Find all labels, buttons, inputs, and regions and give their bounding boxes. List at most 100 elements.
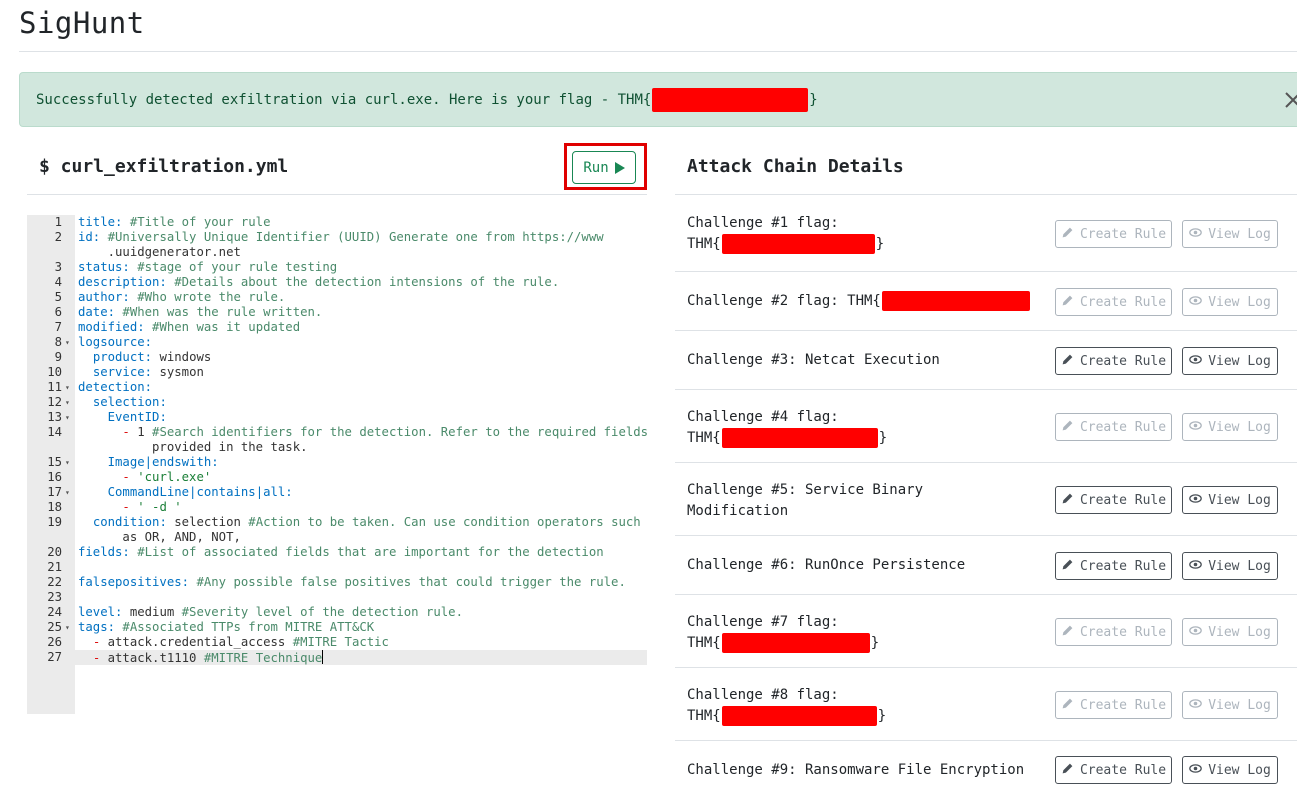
view-log-button[interactable]: View Log xyxy=(1182,486,1278,514)
code-line[interactable]: provided in the task. xyxy=(27,440,647,455)
code-line[interactable]: 13 ▾ EventID: xyxy=(27,410,647,425)
code-line[interactable]: 7 modified: #When was it updated xyxy=(27,320,647,335)
create-rule-button[interactable]: Create Rule xyxy=(1055,413,1172,441)
challenge-row: Challenge #5: Service Binary Modification… xyxy=(675,463,1297,536)
line-number: 1 xyxy=(54,215,62,229)
code-line[interactable]: 15 ▾ Image|endswith: xyxy=(27,455,647,470)
view-log-button[interactable]: View Log xyxy=(1182,288,1278,316)
view-log-button[interactable]: View Log xyxy=(1182,618,1278,646)
challenge-title: Challenge #5: Service Binary xyxy=(687,482,924,498)
code-line[interactable]: 16 - 'curl.exe' xyxy=(27,470,647,485)
line-text: description: #Details about the detectio… xyxy=(78,275,560,289)
line-number: 15 xyxy=(47,455,62,469)
code-line[interactable]: 22 falsepositives: #Any possible false po… xyxy=(27,575,647,590)
line-number: 22 xyxy=(47,575,62,589)
create-rule-button[interactable]: Create Rule xyxy=(1055,552,1172,580)
view-log-button[interactable]: View Log xyxy=(1182,220,1278,248)
line-number: 27 xyxy=(47,650,62,664)
line-text: condition: selection #Action to be taken… xyxy=(92,515,641,529)
create-rule-label: Create Rule xyxy=(1079,762,1167,778)
code-line[interactable]: 27 - attack.t1110 #MITRE Technique xyxy=(27,650,647,665)
run-label: Run xyxy=(583,159,609,176)
challenge-label: Challenge #9: Ransomware File Encryption xyxy=(687,760,1024,781)
code-line[interactable]: 23 xyxy=(27,590,647,605)
close-icon[interactable] xyxy=(1280,87,1297,113)
code-lines[interactable]: 1 title: #Title of your rule 2 id: #Univers… xyxy=(27,215,649,665)
view-log-button[interactable]: View Log xyxy=(1182,552,1278,580)
code-line[interactable]: 5 author: #Who wrote the rule. xyxy=(27,290,647,305)
code-line[interactable]: 11 ▾ detection: xyxy=(27,380,647,395)
view-log-button[interactable]: View Log xyxy=(1182,413,1278,441)
code-line[interactable]: 3 status: #stage of your rule testing xyxy=(27,260,647,275)
code-line[interactable]: 9 product: windows xyxy=(27,350,647,365)
fold-arrow-icon[interactable]: ▾ xyxy=(65,380,70,395)
line-text: - 1 #Search identifiers for the detectio… xyxy=(122,425,649,439)
code-line[interactable]: as OR, AND, NOT, xyxy=(27,530,647,545)
line-text: falsepositives: #Any possible false posi… xyxy=(78,575,626,589)
challenge-row: Challenge #6: RunOnce Persistence Create … xyxy=(675,536,1297,595)
code-line[interactable]: 1 title: #Title of your rule xyxy=(27,215,647,230)
line-text: selection: xyxy=(92,395,167,409)
line-text: title: #Title of your rule xyxy=(78,215,271,229)
redacted-flag xyxy=(721,633,870,653)
view-log-label: View Log xyxy=(1208,226,1271,242)
create-rule-label: Create Rule xyxy=(1079,353,1167,369)
fold-arrow-icon[interactable]: ▾ xyxy=(65,395,70,410)
code-line[interactable]: 21 xyxy=(27,560,647,575)
create-rule-button[interactable]: Create Rule xyxy=(1055,486,1172,514)
fold-arrow-icon[interactable]: ▾ xyxy=(65,620,70,635)
fold-arrow-icon[interactable]: ▾ xyxy=(65,455,70,470)
fold-arrow-icon[interactable]: ▾ xyxy=(65,485,70,500)
fold-arrow-icon[interactable]: ▾ xyxy=(65,410,70,425)
challenge-row: Challenge #1 flag: THM{} Create Rule View L… xyxy=(675,196,1297,272)
line-number: 12 xyxy=(47,395,62,409)
code-line[interactable]: 24 level: medium #Severity level of the d… xyxy=(27,605,647,620)
fold-arrow-icon[interactable]: ▾ xyxy=(65,335,70,350)
code-line[interactable]: 6 date: #When was the rule written. xyxy=(27,305,647,320)
code-line[interactable]: 20 fields: #List of associated fields tha… xyxy=(27,545,647,560)
challenge-title: Challenge #8 flag: xyxy=(687,687,839,703)
create-rule-label: Create Rule xyxy=(1079,492,1167,508)
code-line[interactable]: 25 ▾ tags: #Associated TTPs from MITRE ATT… xyxy=(27,620,647,635)
code-line[interactable]: 10 service: sysmon xyxy=(27,365,647,380)
view-log-button[interactable]: View Log xyxy=(1182,347,1278,375)
line-text: status: #stage of your rule testing xyxy=(78,260,338,274)
view-log-label: View Log xyxy=(1208,697,1271,713)
code-line[interactable]: .uuidgenerator.net xyxy=(27,245,647,260)
success-alert: Successfully detected exfiltration via c… xyxy=(19,72,1297,127)
pencil-icon xyxy=(1061,697,1074,714)
eye-icon xyxy=(1189,558,1203,575)
code-editor[interactable]: 1 title: #Title of your rule 2 id: #Univers… xyxy=(27,215,649,714)
line-number: 21 xyxy=(47,560,62,574)
code-line[interactable]: 18 - ' -d ' xyxy=(27,500,647,515)
code-line[interactable]: 12 ▾ selection: xyxy=(27,395,647,410)
line-number: 26 xyxy=(47,635,62,649)
create-rule-button[interactable]: Create Rule xyxy=(1055,220,1172,248)
challenge-row: Challenge #3: Netcat Execution Create Rul… xyxy=(675,331,1297,390)
run-button[interactable]: Run xyxy=(572,151,636,184)
create-rule-button[interactable]: Create Rule xyxy=(1055,288,1172,316)
create-rule-button[interactable]: Create Rule xyxy=(1055,347,1172,375)
redacted-flag xyxy=(721,428,878,448)
line-number: 5 xyxy=(54,290,62,304)
create-rule-button[interactable]: Create Rule xyxy=(1055,691,1172,719)
challenge-label: Challenge #1 flag: THM{} xyxy=(687,213,884,255)
code-line[interactable]: 8 ▾ logsource: xyxy=(27,335,647,350)
challenge-label: Challenge #2 flag: THM{ xyxy=(687,291,1031,312)
code-line[interactable]: 2 id: #Universally Unique Identifier (UUI… xyxy=(27,230,647,245)
code-line[interactable]: 4 description: #Details about the detecti… xyxy=(27,275,647,290)
view-log-button[interactable]: View Log xyxy=(1182,691,1278,719)
code-line[interactable]: 14 - 1 #Search identifiers for the detec… xyxy=(27,425,649,440)
view-log-button[interactable]: View Log xyxy=(1182,756,1278,784)
redacted-flag xyxy=(721,234,875,254)
code-line[interactable]: 26 - attack.credential_access #MITRE Tac… xyxy=(27,635,647,650)
challenge-title: Challenge #3: Netcat Execution xyxy=(687,352,940,368)
code-line[interactable]: 17 ▾ CommandLine|contains|all: xyxy=(27,485,647,500)
create-rule-button[interactable]: Create Rule xyxy=(1055,756,1172,784)
challenge-label: Challenge #4 flag: THM{} xyxy=(687,407,887,449)
line-text: - attack.t1110 #MITRE Technique xyxy=(92,650,324,665)
code-line[interactable]: 19 condition: selection #Action to be ta… xyxy=(27,515,647,530)
alert-message: Successfully detected exfiltration via c… xyxy=(36,87,818,112)
create-rule-button[interactable]: Create Rule xyxy=(1055,618,1172,646)
line-text: CommandLine|contains|all: xyxy=(107,485,293,499)
